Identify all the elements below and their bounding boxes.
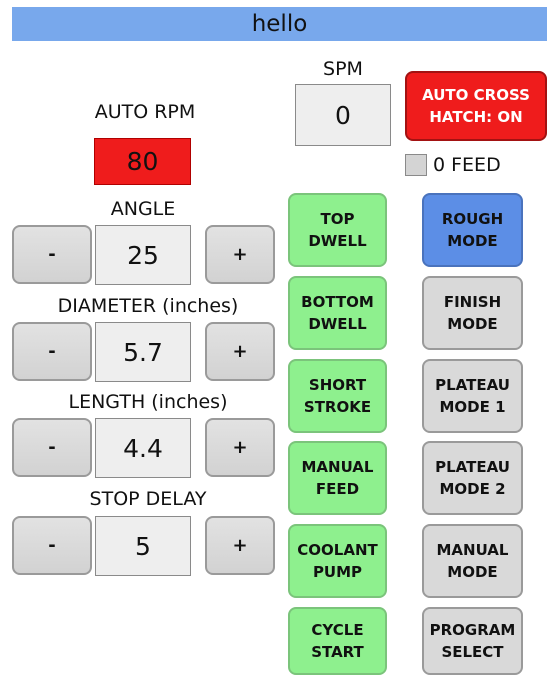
finish-mode-button[interactable]: FINISH MODE bbox=[422, 276, 523, 350]
auto-rpm-value: 80 bbox=[94, 138, 191, 185]
cycle-start-button[interactable]: CYCLE START bbox=[288, 607, 387, 675]
feed-label: 0 FEED bbox=[433, 154, 501, 176]
length-value: 4.4 bbox=[95, 418, 191, 478]
plateau-mode-1-line2: MODE 1 bbox=[439, 398, 506, 416]
manual-feed-line1: MANUAL bbox=[301, 458, 374, 476]
bottom-dwell-line1: BOTTOM bbox=[301, 293, 374, 311]
plateau-mode-2-line1: PLATEAU bbox=[435, 458, 510, 476]
short-stroke-line2: STROKE bbox=[303, 398, 372, 416]
finish-mode-line2: MODE bbox=[447, 315, 498, 333]
program-select-button[interactable]: PROGRAM SELECT bbox=[422, 607, 523, 675]
diameter-value: 5.7 bbox=[95, 322, 191, 382]
length-label: LENGTH (inches) bbox=[68, 391, 228, 413]
diameter-decrease-button[interactable]: - bbox=[12, 322, 92, 381]
plateau-mode-1-button[interactable]: PLATEAU MODE 1 bbox=[422, 359, 523, 433]
rough-mode-button[interactable]: ROUGH MODE bbox=[422, 193, 523, 267]
auto-cross-hatch-button[interactable]: AUTO CROSS HATCH: ON bbox=[405, 71, 547, 141]
program-select-line1: PROGRAM bbox=[429, 621, 516, 639]
plateau-mode-1-line1: PLATEAU bbox=[435, 376, 510, 394]
spm-label: SPM bbox=[323, 58, 363, 80]
rough-mode-line2: MODE bbox=[447, 232, 498, 250]
feed-indicator: 0 FEED bbox=[405, 152, 501, 178]
length-increase-button[interactable]: + bbox=[205, 418, 275, 477]
program-select-line2: SELECT bbox=[441, 643, 504, 661]
manual-feed-button[interactable]: MANUAL FEED bbox=[288, 441, 387, 515]
auto-rpm-label: AUTO RPM bbox=[94, 101, 196, 123]
length-decrease-button[interactable]: - bbox=[12, 418, 92, 477]
stop-delay-value: 5 bbox=[95, 516, 191, 576]
manual-mode-line1: MANUAL bbox=[436, 541, 509, 559]
manual-mode-button[interactable]: MANUAL MODE bbox=[422, 524, 523, 598]
top-dwell-line2: DWELL bbox=[308, 232, 367, 250]
coolant-pump-line2: PUMP bbox=[312, 563, 363, 581]
angle-increase-button[interactable]: + bbox=[205, 225, 275, 284]
finish-mode-line1: FINISH bbox=[443, 293, 502, 311]
plateau-mode-2-button[interactable]: PLATEAU MODE 2 bbox=[422, 441, 523, 515]
angle-decrease-button[interactable]: - bbox=[12, 225, 92, 284]
top-dwell-line1: TOP bbox=[320, 210, 355, 228]
plateau-mode-2-line2: MODE 2 bbox=[439, 480, 506, 498]
short-stroke-button[interactable]: SHORT STROKE bbox=[288, 359, 387, 433]
coolant-pump-line1: COOLANT bbox=[297, 541, 378, 559]
stop-delay-increase-button[interactable]: + bbox=[205, 516, 275, 575]
manual-mode-line2: MODE bbox=[447, 563, 498, 581]
stop-delay-decrease-button[interactable]: - bbox=[12, 516, 92, 575]
short-stroke-line1: SHORT bbox=[308, 376, 367, 394]
diameter-increase-button[interactable]: + bbox=[205, 322, 275, 381]
cycle-start-line1: CYCLE bbox=[311, 621, 364, 639]
auto-cross-hatch-line2: HATCH: ON bbox=[429, 108, 523, 126]
coolant-pump-button[interactable]: COOLANT PUMP bbox=[288, 524, 387, 598]
stop-delay-label: STOP DELAY bbox=[89, 488, 207, 510]
bottom-dwell-line2: DWELL bbox=[308, 315, 367, 333]
bottom-dwell-button[interactable]: BOTTOM DWELL bbox=[288, 276, 387, 350]
spm-value: 0 bbox=[295, 84, 391, 146]
top-dwell-button[interactable]: TOP DWELL bbox=[288, 193, 387, 267]
diameter-label: DIAMETER (inches) bbox=[57, 295, 239, 317]
feed-indicator-box bbox=[405, 154, 427, 176]
manual-feed-line2: FEED bbox=[315, 480, 360, 498]
window-title: hello bbox=[12, 7, 547, 41]
cycle-start-line2: START bbox=[311, 643, 364, 661]
app-window: hello SPM 0 AUTO CROSS HATCH: ON 0 FEED … bbox=[0, 0, 547, 675]
angle-value: 25 bbox=[95, 225, 191, 285]
angle-label: ANGLE bbox=[110, 198, 176, 220]
auto-cross-hatch-line1: AUTO CROSS bbox=[422, 86, 530, 104]
rough-mode-line1: ROUGH bbox=[441, 210, 504, 228]
